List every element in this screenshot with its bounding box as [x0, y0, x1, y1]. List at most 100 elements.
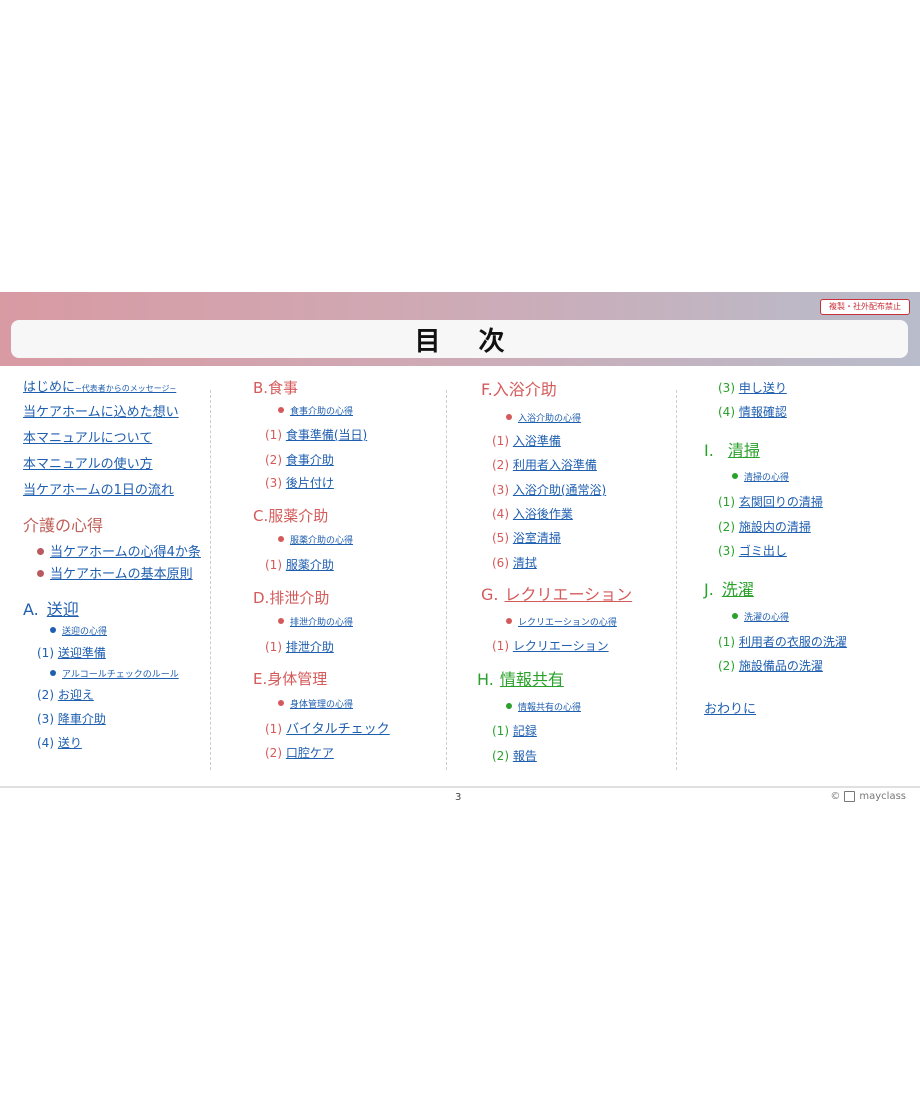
toc-link-e-1[interactable]: バイタルチェック	[286, 722, 389, 737]
toc-link-e-heart[interactable]: 身体管理の心得	[290, 700, 353, 710]
toc-item-a-heart[interactable]: 送迎の心得	[50, 624, 107, 640]
toc-link-c-1[interactable]: 服薬介助	[286, 558, 334, 572]
toc-item-f-2[interactable]: (2) 利用者入浴準備	[492, 457, 597, 473]
toc-link-g-heart[interactable]: レクリエーションの心得	[518, 618, 617, 628]
toc-link-b-heart[interactable]: 食事介助の心得	[290, 407, 353, 417]
item-number: (1)	[492, 434, 509, 448]
toc-link-f-2[interactable]: 利用者入浴準備	[513, 458, 597, 472]
toc-link-i-2[interactable]: 施設内の清掃	[739, 520, 811, 534]
toc-item-j-1[interactable]: (1) 利用者の衣服の洗濯	[718, 634, 847, 650]
toc-link-a-alcohol[interactable]: アルコールチェックのルール	[62, 670, 179, 680]
toc-item-b-1[interactable]: (1) 食事準備(当日)	[265, 427, 367, 443]
item-number: (3)	[718, 544, 735, 558]
section-c-title[interactable]: C.服薬介助	[253, 508, 328, 524]
bullet-icon	[506, 618, 512, 624]
toc-link-h-2[interactable]: 報告	[513, 749, 537, 763]
section-j-letter: J.	[704, 580, 714, 599]
toc-item-b-heart[interactable]: 食事介助の心得	[278, 404, 353, 420]
toc-link-f-6[interactable]: 清拭	[513, 556, 537, 570]
toc-link-b-2[interactable]: 食事介助	[286, 453, 334, 467]
toc-item-principles[interactable]: 当ケアホームの基本原則	[37, 567, 193, 583]
toc-item-e-2[interactable]: (2) 口腔ケア	[265, 745, 334, 761]
section-e-title[interactable]: E.身体管理	[253, 671, 327, 687]
toc-link-a-2[interactable]: お迎え	[58, 688, 94, 702]
toc-item-a-3[interactable]: (3) 降車介助	[37, 711, 106, 727]
toc-link-h-1[interactable]: 記録	[513, 724, 537, 738]
toc-link-h-3[interactable]: 申し送り	[739, 381, 787, 395]
toc-link-j-2[interactable]: 施設備品の洗濯	[739, 659, 823, 673]
toc-item-j-heart[interactable]: 洗濯の心得	[732, 610, 789, 626]
toc-link-f-heart[interactable]: 入浴介助の心得	[518, 414, 581, 424]
toc-link-d-1[interactable]: 排泄介助	[286, 640, 334, 654]
toc-item-g-1[interactable]: (1) レクリエーション	[492, 638, 609, 654]
toc-link-a-1[interactable]: 送迎準備	[58, 646, 106, 660]
toc-link-j-heart[interactable]: 洗濯の心得	[744, 613, 789, 623]
section-g-label[interactable]: レクリエーション	[504, 585, 632, 604]
toc-item-h-2[interactable]: (2) 報告	[492, 748, 537, 764]
toc-link-intro[interactable]: はじめに~代表者からのメッセージ~	[23, 380, 176, 397]
toc-item-i-2[interactable]: (2) 施設内の清掃	[718, 519, 811, 535]
section-j-label[interactable]: 洗濯	[722, 580, 754, 599]
toc-link-a-3[interactable]: 降車介助	[58, 712, 106, 726]
toc-item-f-6[interactable]: (6) 清拭	[492, 555, 537, 571]
toc-item-d-heart[interactable]: 排泄介助の心得	[278, 615, 353, 631]
toc-item-d-1[interactable]: (1) 排泄介助	[265, 639, 334, 655]
toc-item-f-1[interactable]: (1) 入浴準備	[492, 433, 561, 449]
toc-item-f-4[interactable]: (4) 入浴後作業	[492, 506, 573, 522]
toc-link-daily-flow[interactable]: 当ケアホームの1日の流れ	[23, 483, 174, 499]
toc-link-about-manual[interactable]: 本マニュアルについて	[23, 431, 152, 447]
toc-item-f-heart[interactable]: 入浴介助の心得	[506, 411, 581, 427]
section-d-title[interactable]: D.排泄介助	[253, 590, 329, 606]
section-f-title[interactable]: F.入浴介助	[481, 382, 557, 398]
toc-link-c-heart[interactable]: 服薬介助の心得	[290, 536, 353, 546]
toc-item-a-2[interactable]: (2) お迎え	[37, 687, 94, 703]
section-i-label[interactable]: 清掃	[728, 441, 760, 460]
toc-link-h-4[interactable]: 情報確認	[739, 405, 787, 419]
toc-link-end[interactable]: おわりに	[704, 702, 756, 718]
toc-link-i-3[interactable]: ゴミ出し	[739, 544, 787, 558]
toc-link-principles[interactable]: 当ケアホームの基本原則	[50, 567, 193, 582]
toc-item-b-3[interactable]: (3) 後片付け	[265, 475, 334, 491]
toc-link-a-4[interactable]: 送り	[58, 736, 82, 750]
toc-item-a-4[interactable]: (4) 送り	[37, 735, 82, 751]
toc-link-i-1[interactable]: 玄関回りの清掃	[739, 495, 823, 509]
toc-link-kokoroe[interactable]: 当ケアホームの心得4か条	[50, 545, 201, 560]
toc-item-c-1[interactable]: (1) 服薬介助	[265, 557, 334, 573]
toc-item-j-2[interactable]: (2) 施設備品の洗濯	[718, 658, 823, 674]
toc-item-f-3[interactable]: (3) 入浴介助(通常浴)	[492, 482, 606, 498]
toc-link-f-4[interactable]: 入浴後作業	[513, 507, 573, 521]
toc-link-d-heart[interactable]: 排泄介助の心得	[290, 618, 353, 628]
toc-item-h-3[interactable]: (3) 申し送り	[718, 380, 787, 396]
toc-link-philosophy[interactable]: 当ケアホームに込めた想い	[23, 405, 179, 421]
toc-link-b-1[interactable]: 食事準備(当日)	[286, 428, 367, 442]
toc-item-i-3[interactable]: (3) ゴミ出し	[718, 543, 787, 559]
toc-item-i-heart[interactable]: 清掃の心得	[732, 470, 789, 486]
toc-item-a-alcohol[interactable]: アルコールチェックのルール	[50, 667, 179, 683]
toc-item-kokoroe[interactable]: 当ケアホームの心得4か条	[37, 545, 201, 561]
toc-link-h-heart[interactable]: 情報共有の心得	[518, 703, 581, 713]
toc-link-f-5[interactable]: 浴室清掃	[513, 531, 561, 545]
toc-item-e-1[interactable]: (1) バイタルチェック	[265, 721, 390, 738]
toc-item-c-heart[interactable]: 服薬介助の心得	[278, 533, 353, 549]
toc-link-a-heart[interactable]: 送迎の心得	[62, 627, 107, 637]
toc-link-f-3[interactable]: 入浴介助(通常浴)	[513, 483, 606, 497]
toc-item-i-1[interactable]: (1) 玄関回りの清掃	[718, 494, 823, 510]
section-a-label[interactable]: 送迎	[47, 600, 79, 619]
toc-item-g-heart[interactable]: レクリエーションの心得	[506, 615, 617, 631]
toc-link-j-1[interactable]: 利用者の衣服の洗濯	[739, 635, 847, 649]
toc-link-g-1[interactable]: レクリエーション	[513, 639, 609, 653]
toc-item-h-heart[interactable]: 情報共有の心得	[506, 700, 581, 716]
toc-link-how-to-use[interactable]: 本マニュアルの使い方	[23, 457, 153, 473]
toc-link-e-2[interactable]: 口腔ケア	[286, 746, 334, 760]
toc-item-h-4[interactable]: (4) 情報確認	[718, 404, 787, 420]
toc-link-b-3[interactable]: 後片付け	[286, 476, 334, 490]
toc-link-f-1[interactable]: 入浴準備	[513, 434, 561, 448]
toc-link-i-heart[interactable]: 清掃の心得	[744, 473, 789, 483]
toc-item-a-1[interactable]: (1) 送迎準備	[37, 645, 106, 661]
section-b-title[interactable]: B.食事	[253, 380, 298, 396]
toc-item-h-1[interactable]: (1) 記録	[492, 723, 537, 739]
toc-item-f-5[interactable]: (5) 浴室清掃	[492, 530, 561, 546]
toc-item-e-heart[interactable]: 身体管理の心得	[278, 697, 353, 713]
section-h-label[interactable]: 情報共有	[500, 670, 564, 689]
toc-item-b-2[interactable]: (2) 食事介助	[265, 452, 334, 468]
